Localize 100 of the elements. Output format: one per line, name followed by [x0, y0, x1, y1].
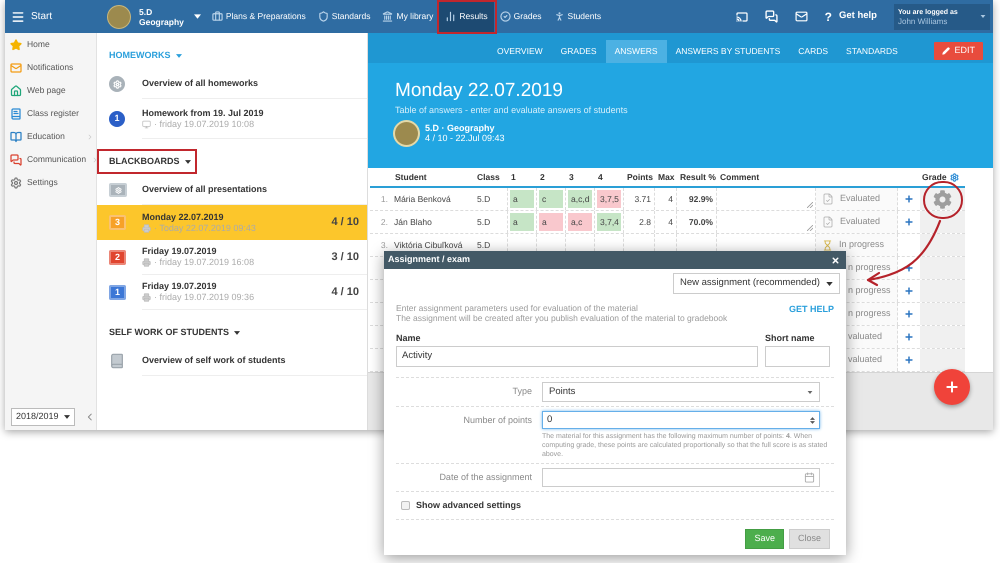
item-title: Friday 19.07.2019	[142, 246, 218, 257]
caret-icon	[234, 331, 240, 335]
chevron-icon	[86, 132, 94, 140]
plus-icon[interactable]	[904, 194, 914, 204]
dialog-title: Assignment / exam	[388, 253, 470, 266]
nav-tab[interactable]: Students	[548, 0, 608, 33]
section-heading[interactable]: SELF WORK OF STUDENTS	[109, 326, 240, 340]
field-label: Number of points	[462, 414, 532, 427]
nav-tab[interactable]: Results	[439, 0, 494, 33]
item-title: Overview of self work of students	[142, 355, 287, 366]
table-cell: 4	[655, 211, 677, 233]
resize-grip-icon	[807, 225, 813, 231]
house-icon	[10, 84, 22, 96]
caret-icon	[64, 415, 70, 419]
name-field[interactable]: Activity	[396, 346, 758, 367]
school-year-select[interactable]: 2018/2019	[11, 408, 76, 426]
pencil-icon	[942, 47, 950, 55]
nav-tab[interactable]: Plans & Preparations	[206, 0, 312, 33]
list-item[interactable]: Overview of all homeworks	[97, 69, 367, 99]
settings-icon[interactable]	[950, 172, 959, 182]
list-item[interactable]: 2 Friday 19.07.2019 · friday 19.07.2019 16:08 3 / 10	[97, 240, 367, 275]
plus-icon[interactable]	[904, 332, 914, 342]
answer-cell: a,c,d	[568, 190, 592, 208]
book-icon	[109, 353, 125, 369]
plus-icon[interactable]	[904, 309, 914, 319]
sidebar-item[interactable]: Notifications	[5, 56, 96, 79]
settings-icon	[10, 176, 22, 188]
open-book-icon	[10, 130, 22, 142]
page-title: Monday 22.07.2019	[395, 80, 564, 102]
status-text: In progress	[839, 238, 884, 252]
start-menu-button[interactable]: Start	[5, 0, 97, 33]
gear-square-icon	[109, 183, 127, 197]
resize-grip-icon	[807, 202, 813, 208]
item-date: · Today 22.07.2019 09:43	[154, 222, 256, 234]
number-field[interactable]: 0	[542, 411, 820, 429]
check-circle-icon	[500, 11, 511, 22]
chat-icon[interactable]	[764, 10, 778, 23]
list-item[interactable]: Overview of self work of students	[97, 346, 367, 376]
sidebar-item[interactable]: Education	[5, 125, 96, 148]
plus-icon[interactable]	[904, 355, 914, 365]
sidebar-item[interactable]: Web page	[5, 79, 96, 102]
nav-tab[interactable]: Grades	[494, 0, 548, 33]
column-header: Class	[476, 170, 501, 184]
caret-icon	[807, 390, 813, 394]
nav-tab[interactable]: My library	[376, 0, 440, 33]
field-label: Type	[511, 385, 532, 398]
class-subject: 5.D · Geography	[425, 123, 496, 133]
star-icon	[10, 38, 22, 50]
list-item[interactable]: 1 Homework from 19. Jul 2019 · friday 19.07.2019 10:08	[97, 99, 367, 139]
status-text: Evaluated	[840, 215, 880, 228]
table-cell: 5.D	[474, 188, 508, 210]
printer-icon	[142, 224, 151, 232]
column-header: Grade	[922, 170, 947, 184]
plus-icon[interactable]	[904, 217, 914, 227]
checkbox-label: Show advanced settings	[416, 500, 522, 511]
printer-icon	[142, 293, 151, 302]
sidebar-item[interactable]: Settings	[5, 171, 96, 194]
table-cell-text: Ján Blaho	[393, 216, 433, 229]
envelope-icon[interactable]	[794, 10, 808, 23]
checkbox[interactable]	[401, 501, 410, 510]
list-item[interactable]: 3 Monday 22.07.2019 · Today 22.07.2019 09:43 4 / 10	[97, 205, 367, 240]
caret-icon	[184, 160, 190, 164]
item-title: Overview of all presentations	[142, 184, 268, 195]
help-button[interactable]: ? Get help	[824, 8, 877, 26]
answer-cell: c	[539, 190, 563, 208]
column-header: Student	[394, 170, 428, 184]
answer-cell: 3,7,5	[597, 190, 621, 208]
column-header: 4	[597, 170, 604, 184]
sidebar-item[interactable]: Home	[5, 33, 96, 56]
list-item[interactable]: 1 Friday 19.07.2019 · friday 19.07.2019 09:36 4 / 10	[97, 275, 367, 310]
close-icon[interactable]	[831, 256, 840, 264]
date-field[interactable]	[542, 468, 820, 487]
sidebar-item[interactable]: Class register	[5, 102, 96, 125]
row-number: 3.	[380, 238, 389, 252]
type-select[interactable]: Points	[542, 382, 820, 402]
table-cell: 4	[655, 188, 677, 210]
short-name-field[interactable]	[765, 346, 830, 367]
sidebar-item[interactable]: Communication	[5, 148, 96, 171]
column-header: Points	[626, 170, 654, 184]
table-cell: 3.71	[624, 188, 655, 210]
cast-icon[interactable]	[736, 10, 748, 22]
edit-button[interactable]: EDIT	[934, 42, 983, 60]
menu-icon	[11, 10, 25, 24]
column-header: 3	[568, 170, 575, 184]
section-heading[interactable]: BLACKBOARDS	[109, 155, 190, 169]
assignment-select[interactable]: New assignment (recommended)	[673, 273, 840, 294]
item-date: · friday 19.07.2019 16:08	[154, 257, 254, 268]
status-text: n progress	[848, 307, 891, 320]
photo-placeholder	[108, 6, 130, 28]
plus-icon[interactable]	[904, 286, 914, 296]
nav-tab[interactable]: Standards	[312, 0, 376, 33]
field-label: Short name	[765, 333, 816, 344]
plus-icon	[944, 379, 960, 395]
class-selector[interactable]: 5.D Geography	[108, 6, 201, 28]
answer-cell: a	[510, 213, 534, 231]
spinner-icon	[810, 416, 815, 424]
caret-icon	[980, 15, 986, 18]
item-score: 4 / 10	[331, 215, 359, 230]
calendar-icon	[804, 472, 815, 483]
status-text: valuated	[848, 353, 882, 366]
